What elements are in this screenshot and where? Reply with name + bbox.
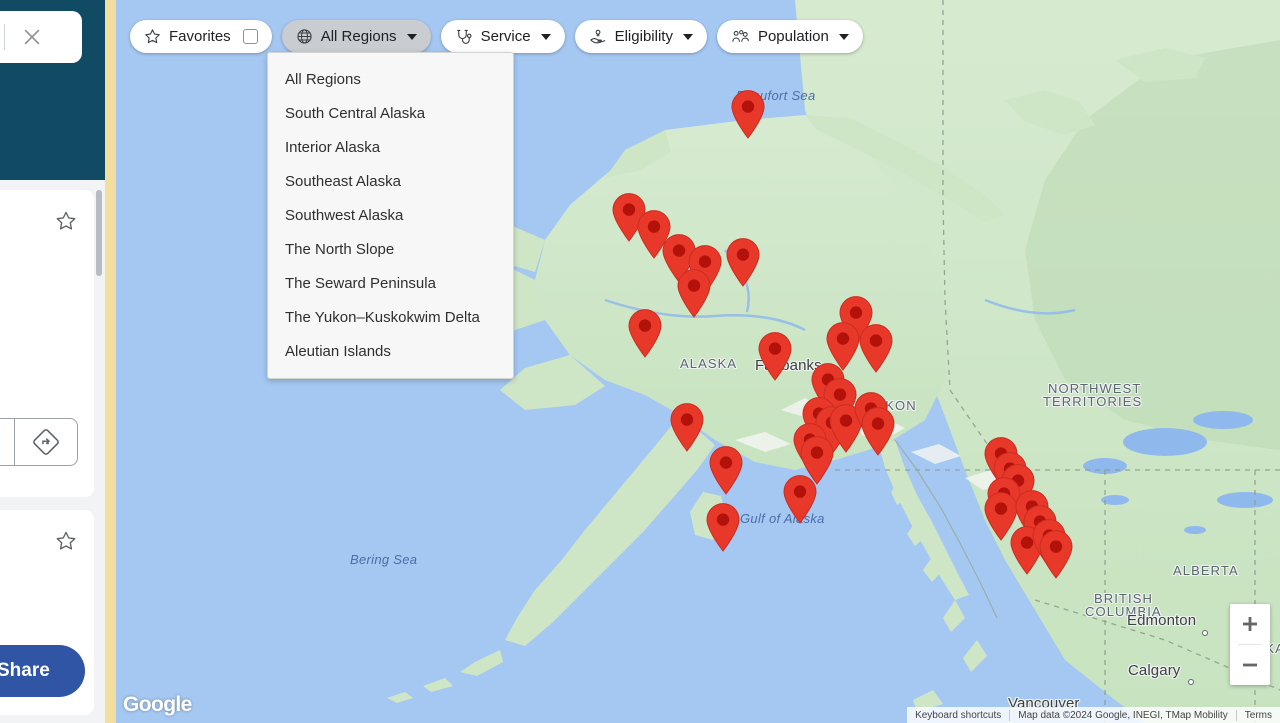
- left-sidebar: ator C Spee... (+) 25 Laurel: [0, 0, 105, 723]
- region-option[interactable]: The North Slope: [268, 232, 513, 266]
- result-card-primary-action[interactable]: [0, 419, 14, 465]
- zoom-in-button[interactable]: [1230, 604, 1270, 644]
- location-pin-icon: [1039, 530, 1073, 579]
- map-marker[interactable]: [704, 502, 742, 552]
- region-option[interactable]: The Seward Peninsula: [268, 266, 513, 300]
- region-option[interactable]: All Regions: [268, 62, 513, 96]
- hand-care-icon: [589, 29, 605, 43]
- favorites-checkbox[interactable]: [242, 29, 258, 44]
- location-pin-icon: [731, 90, 765, 139]
- keyboard-shortcuts-link[interactable]: Keyboard shortcuts: [907, 710, 1009, 721]
- map-left-edge-strip: [105, 0, 116, 723]
- people-group-icon: [732, 29, 749, 42]
- region-option[interactable]: Aleutian Islands: [268, 334, 513, 368]
- city-dot-icon: [1202, 630, 1208, 636]
- page-title: ator: [0, 85, 105, 108]
- location-pin-icon: [677, 269, 711, 318]
- map-marker[interactable]: [1037, 529, 1075, 579]
- location-pin-icon: [670, 403, 704, 452]
- regions-filter-chip[interactable]: All Regions: [281, 20, 431, 53]
- favorite-star-icon[interactable]: [55, 210, 77, 232]
- location-pin-icon: [783, 475, 817, 524]
- region-option[interactable]: Southeast Alaska: [268, 164, 513, 198]
- share-label: Share: [0, 660, 50, 681]
- stethoscope-icon: [456, 29, 472, 44]
- service-label: Service: [480, 28, 531, 45]
- google-logo: Google: [123, 693, 192, 716]
- region-option[interactable]: South Central Alaska: [268, 96, 513, 130]
- map-marker[interactable]: [675, 268, 713, 318]
- region-option[interactable]: The Yukon–Kuskokwim Delta: [268, 300, 513, 334]
- map-data-text: Map data ©2024 Google, INEGI, TMap Mobil…: [1018, 709, 1228, 721]
- zoom-controls[interactable]: [1230, 604, 1270, 685]
- region-option[interactable]: Interior Alaska: [268, 130, 513, 164]
- city-dot-icon: [1188, 679, 1194, 685]
- map-marker[interactable]: [857, 323, 895, 373]
- map-application: Beaufort Sea Bering Sea Gulf of Alaska ALAS…: [0, 0, 1280, 723]
- clear-search-button[interactable]: [5, 11, 59, 63]
- map-marker[interactable]: [859, 406, 897, 456]
- chevron-down-icon: [406, 33, 417, 40]
- location-pin-icon: [861, 407, 895, 456]
- location-pin-icon: [709, 446, 743, 495]
- regions-dropdown-menu[interactable]: All Regions South Central Alaska Interior …: [267, 52, 514, 379]
- location-pin-icon: [758, 332, 792, 381]
- map-marker[interactable]: [756, 331, 794, 381]
- map-marker[interactable]: [729, 89, 767, 139]
- map-marker[interactable]: [781, 474, 819, 524]
- map-label-city: Edmonton: [1127, 612, 1197, 629]
- directions-button[interactable]: [15, 419, 77, 465]
- filter-toolbar: Favorites All Regions Service Eligibilit…: [130, 20, 863, 53]
- map-label-state: TERRITORIES: [1043, 394, 1143, 409]
- map-marker[interactable]: [724, 237, 762, 287]
- location-pin-icon: [859, 324, 893, 373]
- favorite-star-icon[interactable]: [55, 530, 77, 552]
- result-card-actions[interactable]: [0, 418, 78, 466]
- location-pin-icon: [628, 309, 662, 358]
- regions-label: All Regions: [320, 28, 397, 45]
- favorites-label: Favorites: [169, 28, 231, 45]
- sidebar-scrollbar[interactable]: [96, 190, 102, 276]
- minus-icon: [1243, 663, 1257, 667]
- star-outline-icon: [145, 29, 160, 44]
- map-marker[interactable]: [668, 402, 706, 452]
- chevron-down-icon-population: [838, 33, 849, 40]
- globe-icon: [297, 29, 312, 44]
- map-label-state: ALASKA: [680, 356, 738, 371]
- favorites-filter-chip[interactable]: Favorites: [130, 20, 272, 53]
- service-filter-chip[interactable]: Service: [440, 20, 565, 53]
- plus-icon: [1243, 617, 1257, 631]
- map-attribution: Keyboard shortcuts Map data ©2024 Google…: [907, 707, 1280, 723]
- eligibility-label: Eligibility: [614, 28, 673, 45]
- search-bar[interactable]: [0, 11, 82, 63]
- close-icon: [24, 29, 40, 45]
- map-marker[interactable]: [626, 308, 664, 358]
- map-label-state: ALBERTA: [1173, 563, 1239, 578]
- result-card[interactable]: C Spee... (+) 25 Laurel: [0, 190, 94, 497]
- region-option[interactable]: Southwest Alaska: [268, 198, 513, 232]
- directions-icon: [33, 429, 59, 455]
- location-pin-icon: [726, 238, 760, 287]
- share-button[interactable]: Share: [0, 645, 85, 697]
- zoom-out-button[interactable]: [1230, 645, 1270, 685]
- population-filter-chip[interactable]: Population: [716, 20, 863, 53]
- location-pin-icon: [706, 503, 740, 552]
- population-label: Population: [757, 28, 829, 45]
- eligibility-filter-chip[interactable]: Eligibility: [574, 20, 707, 53]
- chevron-down-icon-service: [540, 33, 551, 40]
- map-label-city: Calgary: [1128, 662, 1181, 679]
- terms-link[interactable]: Terms: [1237, 710, 1280, 721]
- map-marker[interactable]: [707, 445, 745, 495]
- map-label-water: Bering Sea: [350, 552, 418, 567]
- chevron-down-icon-eligibility: [682, 33, 693, 40]
